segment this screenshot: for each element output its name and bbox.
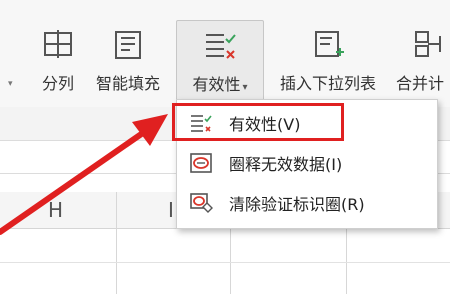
smart-fill-button[interactable]: 智能填充 [88, 20, 168, 102]
data-validation-label: 有效性 ▾ [192, 75, 248, 94]
insert-dropdown-list-icon [315, 31, 344, 57]
data-validation-icon [206, 34, 236, 59]
circle-invalid-icon [190, 153, 212, 173]
grid-line [116, 192, 117, 294]
column-header-h[interactable]: H [48, 198, 63, 222]
clear-circle-icon [190, 193, 213, 213]
split-columns-label: 分列 [41, 74, 74, 93]
menu-item-clear-circles-label: 清除验证标识圈(R) [229, 195, 365, 214]
grid-line [0, 262, 450, 263]
merge-calc-button[interactable]: 合并计 [396, 20, 450, 102]
merge-calc-label: 合并计 [396, 74, 445, 93]
menu-item-circle-invalid[interactable]: 圈释无效数据(I) [177, 144, 437, 182]
menu-item-circle-invalid-label: 圈释无效数据(I) [229, 155, 343, 174]
insert-dropdown-list-label: 插入下拉列表 [279, 74, 376, 93]
ribbon-toolbar: ▾ 分列 智能填充 有效性 ▾ 插入下拉列表 合并计 [0, 0, 450, 108]
chevron-down-icon: ▾ [242, 82, 248, 93]
highlight-box [172, 103, 344, 141]
insert-dropdown-list-button[interactable]: 插入下拉列表 [270, 20, 386, 102]
smart-fill-label: 智能填充 [95, 74, 160, 93]
ribbon-scroll-arrow[interactable]: ▾ [8, 78, 13, 89]
menu-item-clear-circles[interactable]: 清除验证标识圈(R) [177, 184, 437, 222]
smart-fill-icon [115, 31, 141, 59]
column-header-i[interactable]: I [168, 198, 174, 222]
merge-calc-icon [415, 31, 441, 57]
split-columns-icon [44, 30, 72, 58]
split-columns-button[interactable]: 分列 [36, 20, 80, 102]
data-validation-button[interactable]: 有效性 ▾ [176, 20, 264, 104]
